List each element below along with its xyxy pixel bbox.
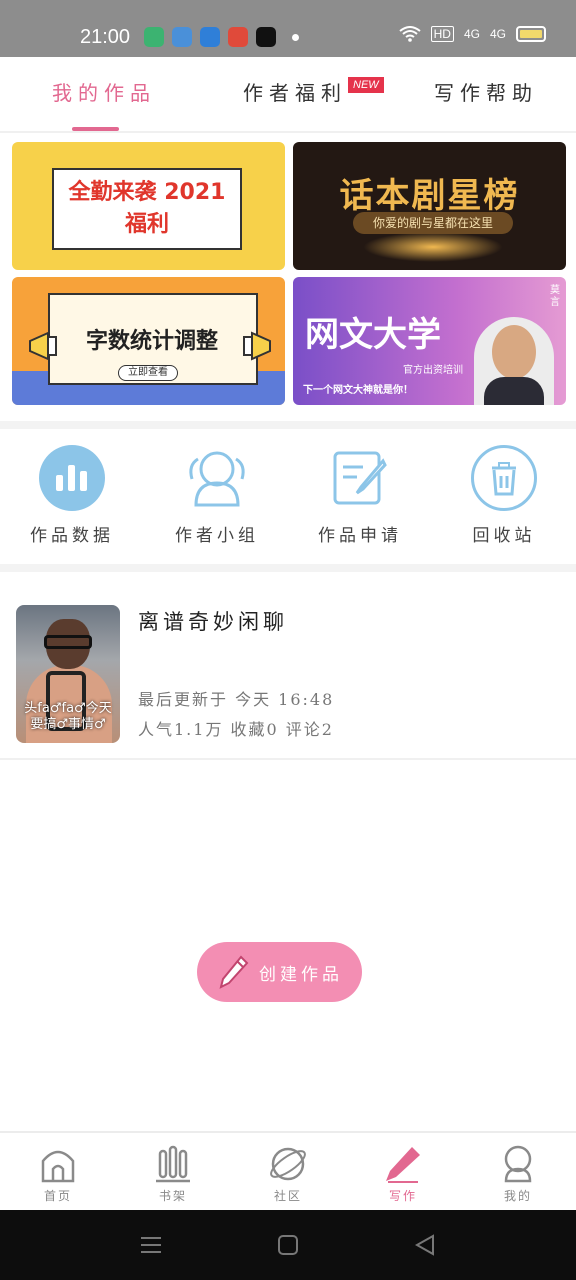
work-title: 离谱奇妙闲聊 [138, 610, 288, 634]
new-badge: NEW [348, 77, 384, 93]
more-notifications-dot [292, 34, 299, 41]
create-work-label: 创建作品 [259, 964, 343, 985]
nav-label: 社区 [273, 1189, 302, 1203]
nav-label: 首页 [43, 1189, 72, 1203]
action-label: 作品申请 [318, 526, 402, 546]
bottom-navigation: 首页 书架 社区 写作 我的 [0, 1131, 576, 1210]
action-work-apply[interactable]: 作品申请 [300, 445, 420, 546]
system-navigation-bar [0, 1210, 576, 1280]
app-notification-icon [172, 27, 192, 47]
menu-icon[interactable] [140, 1234, 162, 1256]
home-button-icon[interactable] [277, 1234, 299, 1256]
work-stats: 人气1.1万 收藏0 评论2 [138, 720, 334, 739]
profile-icon [478, 1141, 558, 1183]
signal-4g-icon: 4G [489, 27, 506, 41]
tab-author-benefits[interactable]: 作者福利 [243, 77, 347, 106]
cover-caption: 头fa♂fa♂今天要搞♂事情♂ [24, 701, 112, 732]
banner-title: 话本剧星榜 [339, 176, 520, 216]
app-notification-icon [144, 27, 164, 47]
nav-label: 写作 [388, 1189, 417, 1203]
status-bar: 21:00 HD 4G 4G [0, 0, 576, 57]
top-tabs: 我的作品 作者福利 NEW 写作帮助 [0, 57, 576, 133]
banner-subtitle-2: 下一个网文大神就是你！ [303, 385, 413, 396]
banner-drama-ranking[interactable]: 话本剧星榜 你爱的剧与星都在这里 [293, 142, 566, 270]
battery-icon [516, 26, 546, 42]
status-time: 21:00 [80, 26, 131, 48]
app-notification-icon [228, 27, 248, 47]
hd-indicator: HD [430, 26, 454, 42]
nav-label: 书架 [158, 1189, 187, 1203]
action-label: 回收站 [472, 526, 536, 546]
planet-icon [248, 1141, 328, 1183]
home-icon [18, 1141, 98, 1183]
action-label: 作者小组 [175, 526, 259, 546]
pen-icon [363, 1141, 443, 1183]
notification-icons [144, 27, 276, 47]
banner-title: 全勤来袭 2021福利 [68, 180, 226, 237]
nav-profile[interactable]: 我的 [478, 1141, 558, 1204]
tab-my-works[interactable]: 我的作品 [52, 77, 156, 106]
view-now-button[interactable]: 立即查看 [118, 365, 178, 381]
nav-label: 我的 [503, 1189, 532, 1203]
work-updated: 最后更新于 今天 16:48 [138, 690, 335, 709]
app-notification-icon [200, 27, 220, 47]
section-divider [0, 421, 576, 429]
create-work-button[interactable]: 创建作品 [197, 942, 362, 1002]
nav-bookshelf[interactable]: 书架 [133, 1141, 213, 1204]
signal-4g-icon: 4G [463, 27, 480, 41]
back-icon[interactable] [414, 1234, 436, 1256]
section-divider [0, 564, 576, 572]
banner-attendance-bonus[interactable]: 全勤来袭 2021福利 [12, 142, 285, 270]
trash-icon [471, 445, 537, 511]
nav-write[interactable]: 写作 [363, 1141, 443, 1204]
status-indicators: HD 4G 4G [399, 26, 546, 42]
megaphone-icon [29, 331, 57, 361]
tiktok-icon [256, 27, 276, 47]
banner-side-text: 莫言 [550, 285, 560, 308]
megaphone-icon [243, 331, 271, 361]
action-label: 作品数据 [30, 526, 114, 546]
banner-title: 字数统计调整 [85, 329, 218, 354]
edit-document-icon [327, 445, 393, 511]
banner-word-count-adjust[interactable]: 字数统计调整 立即查看 [12, 277, 285, 405]
banner-web-novel-university[interactable]: 网文大学 官方出资培训 下一个网文大神就是你！ 莫言 [293, 277, 566, 405]
action-work-data[interactable]: 作品数据 [12, 445, 132, 546]
banner-stage-glow [363, 232, 503, 262]
tab-writing-help[interactable]: 写作帮助 [434, 77, 538, 106]
action-recycle-bin[interactable]: 回收站 [444, 445, 564, 546]
bar-chart-icon [39, 445, 105, 511]
banner-title: 网文大学 [305, 315, 441, 355]
pencil-icon [219, 955, 249, 989]
active-tab-indicator [72, 127, 119, 131]
wifi-icon [399, 26, 421, 42]
banner-subtitle: 官方出资培训 [403, 365, 463, 376]
author-portrait [474, 317, 554, 405]
quick-actions: 作品数据 作者小组 作品申请 回收站 [0, 440, 576, 560]
banner-subtitle: 你爱的剧与星都在这里 [353, 212, 513, 234]
work-cover-image: 头fa♂fa♂今天要搞♂事情♂ [16, 605, 120, 743]
bookshelf-icon [133, 1141, 213, 1183]
nav-community[interactable]: 社区 [248, 1141, 328, 1204]
nav-home[interactable]: 首页 [18, 1141, 98, 1204]
group-icon [184, 445, 250, 511]
action-author-group[interactable]: 作者小组 [157, 445, 277, 546]
work-list-item[interactable]: 头fa♂fa♂今天要搞♂事情♂ 离谱奇妙闲聊 最后更新于 今天 16:48 人气… [0, 590, 576, 760]
